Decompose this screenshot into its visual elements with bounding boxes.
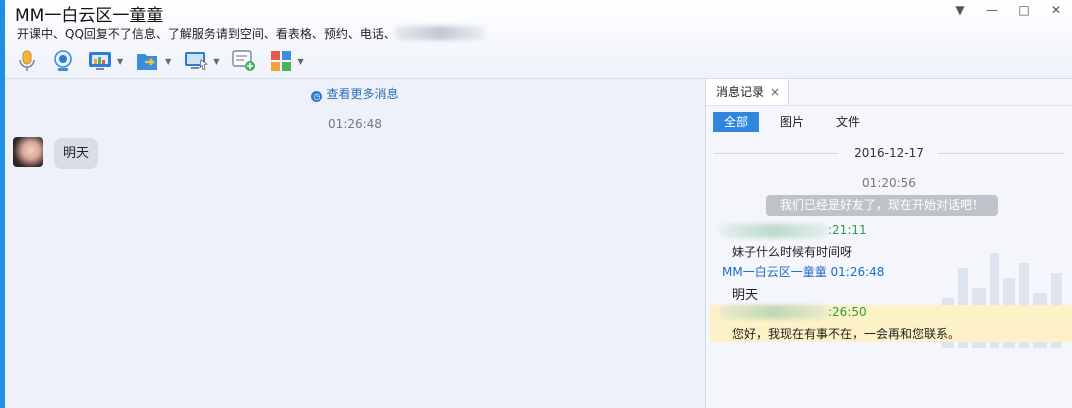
chevron-down-icon[interactable]: ▼ [213,57,219,66]
file-transfer-icon [137,54,158,70]
history-date-separator: 2016-12-17 [706,146,1072,162]
video-call-button[interactable] [51,49,75,73]
filter-all[interactable]: 全部 [713,112,760,132]
chevron-down-icon[interactable]: ▼ [297,57,303,66]
new-discussion-button[interactable] [231,49,257,73]
chevron-down-icon[interactable]: ▼ [117,57,123,66]
tab-message-history-label: 消息记录 [716,85,765,99]
chat-toolbar: ▼ ▼ ▼ ▼ [15,47,304,75]
history-msg-time: :21:11 [828,223,867,237]
remote-desktop-icon [185,52,208,70]
separator-line [938,153,1064,154]
clock-icon: ◷ [311,91,323,102]
tab-underline [706,105,1072,106]
filter-images[interactable]: 图片 [769,112,815,132]
redacted-sender-name [720,305,828,319]
close-icon[interactable]: ✕ [1050,3,1062,17]
close-tab-icon[interactable]: × [770,85,780,99]
history-msg-time: :26:50 [828,305,867,319]
filter-files[interactable]: 文件 [825,112,871,132]
avatar[interactable] [13,137,43,167]
chat-header: MM一白云区一童童 开课中、QQ回复不了信息、了解服务请到空间、看表格、预约、电… [5,0,1072,79]
history-timestamp: 01:20:56 [862,176,916,190]
apps-button[interactable]: ▼ [269,49,304,73]
microphone-icon [19,50,35,71]
remote-assist-button[interactable]: ▼ [183,50,219,72]
webcam-icon [54,50,72,71]
history-msg-text: 明天 [732,288,759,303]
share-app-button[interactable]: ▼ [87,50,123,72]
app-share-icon [89,52,111,70]
message-history-panel: 消息记录 × 全部 图片 文件 2016-12-17 01:20:56 我们已经是… [706,79,1072,408]
view-more-messages-link[interactable]: ◷ 查看更多消息 [5,85,705,102]
apps-grid-icon [271,51,292,71]
tab-message-history[interactable]: 消息记录 × [706,79,790,105]
view-more-messages-label: 查看更多消息 [326,87,399,101]
window-controls: ▼ — □ ✕ [954,3,1062,17]
send-file-button[interactable]: ▼ [135,50,171,72]
voice-call-button[interactable] [15,49,39,73]
history-msg-text: 您好，我现在有事不在，一会再和您联系。 [732,327,961,341]
contact-signature: 开课中、QQ回复不了信息、了解服务请到空间、看表格、预约、电话、 [17,27,396,41]
history-filter-tabs: 全部 图片 文件 [713,112,881,132]
dropdown-menu-icon[interactable]: ▼ [954,3,966,17]
history-msg-text: 妹子什么时候有时间呀 [732,245,853,259]
contact-name: MM一白云区一童童 [15,6,164,26]
chevron-down-icon[interactable]: ▼ [165,57,171,66]
minimize-icon[interactable]: — [986,3,998,17]
new-chat-icon [232,50,256,71]
maximize-icon[interactable]: □ [1018,3,1030,17]
system-notice: 我们已经是好友了，现在开始对话吧！ [766,195,998,216]
message-bubble: 明天 [54,138,99,169]
redacted-sender-name [720,224,828,238]
message-timestamp: 01:26:48 [328,117,382,131]
chat-message-area: ◷ 查看更多消息 01:26:48 明天 [5,79,705,408]
redacted-text [395,26,485,40]
history-msg-header: MM一白云区一童童 01:26:48 [722,265,885,279]
